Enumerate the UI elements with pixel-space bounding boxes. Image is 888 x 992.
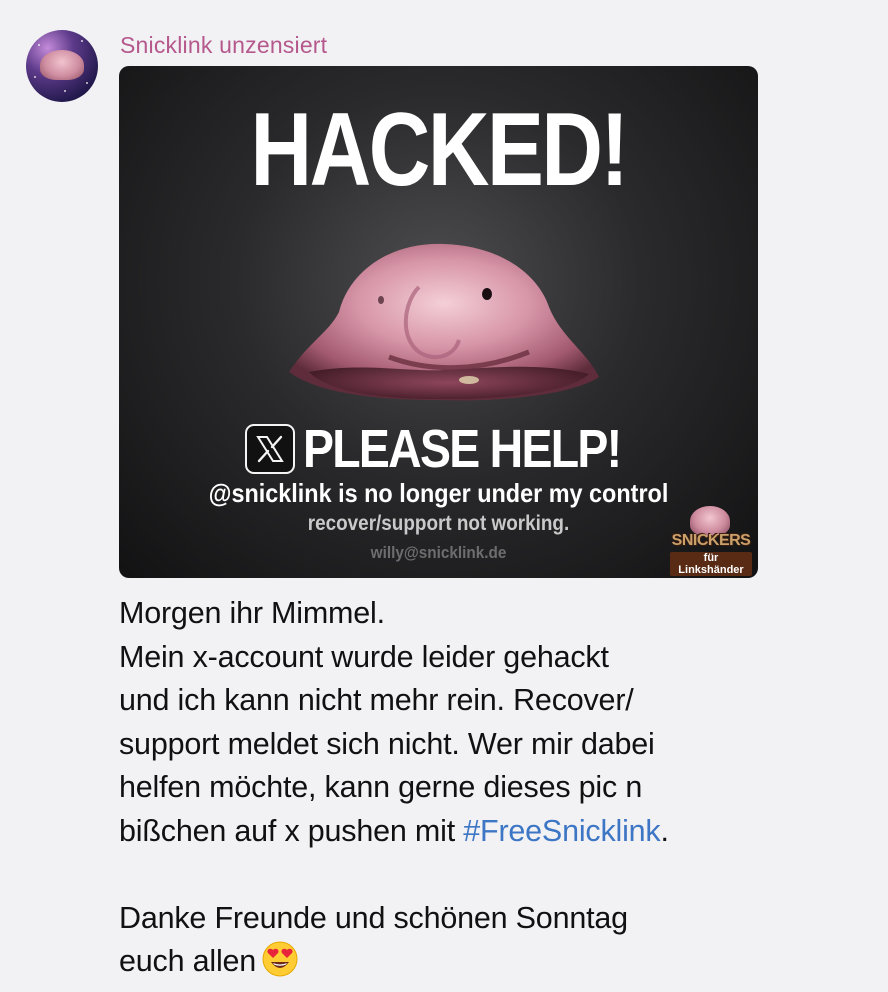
please-help-text: PLEASE HELP!	[302, 419, 622, 479]
hashtag-link[interactable]: #FreeSnicklink	[463, 814, 660, 848]
message-line: helfen möchte, kann gerne dieses pic n	[119, 770, 643, 804]
snickers-brand-logo: SNICKERS für Linkshänder	[670, 506, 752, 576]
x-logo-icon	[244, 424, 295, 474]
channel-avatar[interactable]	[26, 30, 98, 102]
image-text-line-3: willy@snicklink.de	[370, 543, 507, 562]
message-line-prefix: bißchen auf x pushen mit	[119, 813, 464, 848]
message-text: Morgen ihr Mimmel. Mein x-account wurde …	[119, 592, 819, 990]
message-line: bißchen auf x pushen mit #FreeSnicklink.	[119, 810, 819, 854]
message-line: support meldet sich nicht. Wer mir dabei	[119, 726, 655, 761]
channel-name[interactable]: Snicklink unzensiert	[120, 32, 327, 59]
image-text-line-2: recover/support not working.	[307, 512, 570, 535]
message-line: Mein x-account wurde leider gehackt	[119, 639, 609, 674]
message-line: Morgen ihr Mimmel.	[119, 596, 385, 630]
message-line: Danke Freunde und schönen Sonntag	[119, 900, 628, 935]
message-line: und ich kann nicht mehr rein. Recover/	[119, 683, 634, 717]
channel-post: Snicklink unzensiert HACKED! PLEASE HELP…	[0, 0, 888, 992]
brand-subtitle: für Linkshänder	[670, 552, 752, 576]
image-headline: HACKED!	[250, 92, 629, 208]
message-line-text: euch allen	[119, 944, 257, 978]
message-line-suffix: .	[660, 813, 669, 848]
blobfish-avatar-icon	[40, 50, 84, 80]
message-line: euch allen	[119, 940, 819, 990]
help-row: PLEASE HELP!	[119, 418, 758, 480]
image-text-line-1: @snicklink is no longer under my control	[208, 478, 669, 508]
heart-eyes-emoji-icon	[262, 941, 298, 990]
brand-name: SNICKERS	[671, 532, 751, 549]
blobfish-image	[289, 243, 599, 401]
post-image[interactable]: HACKED! PLEASE HELP! @snicklink is no lo…	[119, 66, 758, 578]
